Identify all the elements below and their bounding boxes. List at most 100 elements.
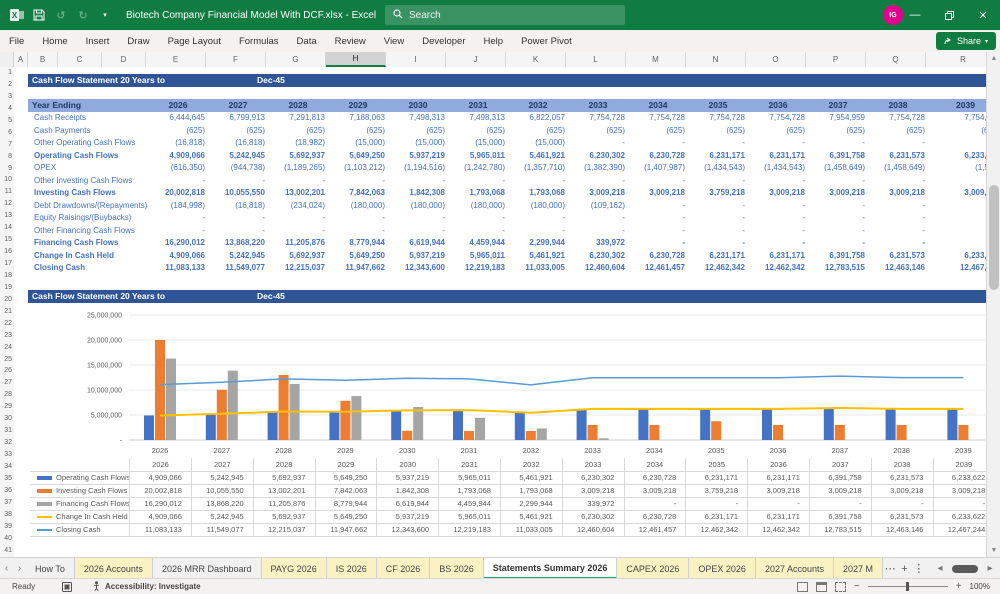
cell-value[interactable]: 11,549,077 [208, 262, 268, 275]
bar-investing-cash-flows[interactable] [155, 339, 165, 440]
cell-value[interactable]: 6,230,302 [568, 150, 628, 163]
column-header-n[interactable]: N [686, 52, 746, 67]
cell-value[interactable]: - [928, 175, 986, 188]
row-header-13[interactable]: 13 [0, 210, 14, 222]
row-header-35[interactable]: 35 [0, 473, 14, 485]
cell-value[interactable]: 3,009,218 [628, 187, 688, 200]
cell-value[interactable]: 6,231,573 [868, 150, 928, 163]
sheet-tab-opex-2026[interactable]: OPEX 2026 [689, 558, 756, 579]
column-header-f[interactable]: F [206, 52, 266, 67]
cell-value[interactable]: - [688, 137, 748, 150]
cell-value[interactable]: - [628, 137, 688, 150]
sheet-tab-2027-m[interactable]: 2027 M [833, 558, 884, 579]
row-header-38[interactable]: 38 [0, 509, 14, 521]
cell-value[interactable]: (184,998) [148, 200, 208, 213]
cell-value[interactable]: - [808, 175, 868, 188]
cell-value[interactable]: 3,009,218 [748, 187, 808, 200]
cell-value[interactable]: (180,000) [448, 200, 508, 213]
row-header-28[interactable]: 28 [0, 389, 14, 401]
row-header-30[interactable]: 30 [0, 413, 14, 425]
cell-value[interactable]: (15,000) [508, 137, 568, 150]
cell-value[interactable]: 7,188,063 [328, 112, 388, 125]
zoom-slider-thumb[interactable] [905, 582, 909, 591]
cell-value[interactable]: 11,205,876 [268, 237, 328, 250]
row-header-36[interactable]: 36 [0, 485, 14, 497]
cell-value[interactable]: - [388, 175, 448, 188]
row-header-32[interactable]: 32 [0, 437, 14, 449]
cell-value[interactable]: - [748, 225, 808, 238]
sheet-tab-statements-summary-2026[interactable]: Statements Summary 2026 [483, 558, 618, 579]
excel-app-icon[interactable]: X [6, 6, 28, 24]
bar-financing-cash-flows[interactable] [598, 438, 609, 440]
cell-value[interactable]: 7,754,728 [688, 112, 748, 125]
cell-value[interactable]: - [568, 137, 628, 150]
row-header-29[interactable]: 29 [0, 401, 14, 413]
row-header-26[interactable]: 26 [0, 365, 14, 377]
cell-value[interactable]: (16,818) [208, 137, 268, 150]
cell-value[interactable]: 7,754,728 [868, 112, 928, 125]
cell-value[interactable]: 6,233,622 [928, 250, 986, 263]
bar-investing-cash-flows[interactable] [525, 431, 536, 440]
cell-value[interactable]: 4,459,944 [448, 237, 508, 250]
hscroll-left-icon[interactable]: ◂ [930, 563, 950, 574]
cell-value[interactable]: 11,083,133 [148, 262, 208, 275]
cell-value[interactable]: 6,230,302 [568, 250, 628, 263]
cell-value[interactable]: 1,842,308 [388, 187, 448, 200]
row-header-31[interactable]: 31 [0, 425, 14, 437]
zoom-slider[interactable] [867, 582, 948, 591]
cell-value[interactable]: 3,759,218 [688, 187, 748, 200]
bar-operating-cash-flows[interactable] [453, 410, 463, 440]
row-header-27[interactable]: 27 [0, 377, 14, 389]
statement-row-change-in-cash-held[interactable]: Change In Cash Held 4,909,066 5,242,945 5,6… [28, 250, 986, 263]
cell-value[interactable]: 12,460,604 [568, 262, 628, 275]
cell-value[interactable]: (625) [808, 125, 868, 138]
macro-record-icon[interactable] [62, 581, 72, 592]
statement-row-other-investing-cash-flows[interactable]: Other Investing Cash Flows-------------- [28, 175, 986, 188]
row-header-6[interactable]: 6 [0, 127, 14, 139]
cell-value[interactable]: 6,231,171 [748, 150, 808, 163]
row-header-39[interactable]: 39 [0, 521, 14, 533]
accessibility-status[interactable]: Accessibility: Investigate [92, 580, 201, 593]
statement-row-closing-cash[interactable]: Closing Cash 11,083,133 11,549,077 12,215,0… [28, 262, 986, 275]
row-header-14[interactable]: 14 [0, 222, 14, 234]
row-header-20[interactable]: 20 [0, 294, 14, 306]
vertical-scrollbar[interactable]: ▲ ▼ [986, 52, 1000, 557]
cell-value[interactable]: (1,581, [928, 162, 986, 175]
cell-value[interactable]: - [808, 212, 868, 225]
row-header-3[interactable]: 3 [0, 91, 14, 103]
restore-button[interactable] [932, 0, 966, 30]
bar-operating-cash-flows[interactable] [576, 408, 587, 440]
cell-value[interactable]: 5,937,219 [388, 150, 448, 163]
ribbon-tab-page-layout[interactable]: Page Layout [159, 31, 230, 52]
cell-value[interactable]: (625) [748, 125, 808, 138]
page-layout-view-icon[interactable] [815, 581, 827, 592]
ribbon-tab-review[interactable]: Review [326, 31, 375, 52]
row-header-25[interactable]: 25 [0, 354, 14, 366]
horizontal-scroll-thumb[interactable] [952, 564, 978, 573]
share-button[interactable]: Share ▾ [936, 32, 997, 50]
cell-value[interactable]: - [868, 225, 928, 238]
cell-value[interactable]: - [328, 225, 388, 238]
cell-value[interactable]: 1,793,068 [448, 187, 508, 200]
row-header-34[interactable]: 34 [0, 461, 14, 473]
cell-value[interactable]: - [748, 175, 808, 188]
bar-operating-cash-flows[interactable] [144, 415, 154, 440]
row-header-5[interactable]: 5 [0, 115, 14, 127]
cell-value[interactable]: - [928, 200, 986, 213]
cell-value[interactable]: 6,230,728 [628, 250, 688, 263]
new-sheet-icon[interactable]: + [897, 558, 911, 579]
bar-operating-cash-flows[interactable] [700, 408, 711, 440]
cell-value[interactable]: (944,738) [208, 162, 268, 175]
column-header-m[interactable]: M [626, 52, 686, 67]
cell-value[interactable]: - [688, 200, 748, 213]
bar-investing-cash-flows[interactable] [958, 424, 969, 440]
bar-financing-cash-flows[interactable] [413, 406, 424, 440]
cell-value[interactable]: 6,799,913 [208, 112, 268, 125]
cell-value[interactable]: (15,000) [388, 137, 448, 150]
search-input[interactable]: Search [385, 5, 625, 25]
cell-value[interactable]: (1,103,212) [328, 162, 388, 175]
bar-investing-cash-flows[interactable] [464, 431, 474, 440]
row-header-33[interactable]: 33 [0, 449, 14, 461]
row-header-7[interactable]: 7 [0, 139, 14, 151]
cell-value[interactable]: - [868, 200, 928, 213]
